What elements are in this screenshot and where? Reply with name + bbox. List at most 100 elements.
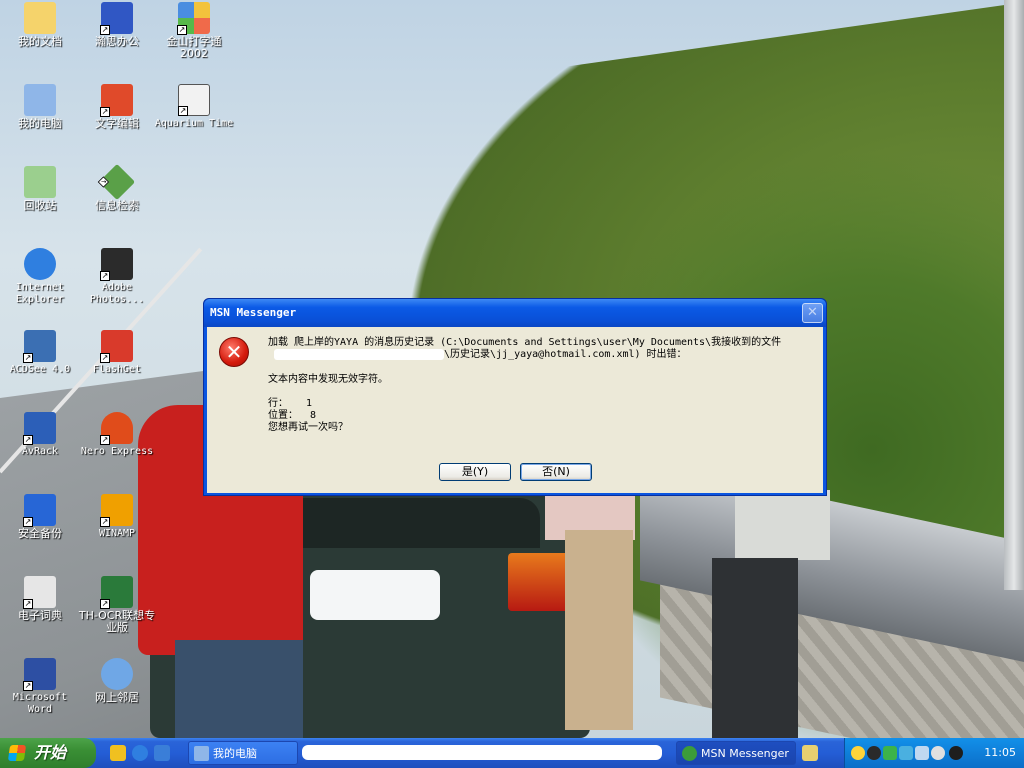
quick-launch-internet-explorer-icon[interactable] — [132, 745, 148, 761]
shortcut-arrow-icon: ↗ — [23, 353, 33, 363]
msn-error-dialog: MSN Messenger ✕ ✕ 加载 爬上岸的YAYA 的消息历史记录 (C… — [203, 298, 827, 496]
shortcut-arrow-icon: ↗ — [100, 25, 110, 35]
desktop-icon-label: ACDSee 4.0 — [9, 364, 71, 375]
taskbar-item-label: 我的电脑 — [213, 747, 257, 760]
taskbar-item-msn-messenger[interactable]: MSN Messenger — [676, 741, 796, 765]
background-person-white-shirt — [735, 490, 830, 560]
computer-icon[interactable] — [915, 746, 929, 760]
desktop-icon-label: WINAMP — [98, 528, 136, 539]
shortcut-arrow-icon: ↗ — [23, 681, 33, 691]
shortcut-arrow-icon: ↗ — [178, 106, 188, 116]
text-editor-icon: ↗ — [100, 84, 133, 117]
shortcut-arrow-icon: ↗ — [23, 517, 33, 527]
desktop-icon-microsoft-word[interactable]: ↗ Microsoft Word — [0, 658, 80, 716]
shortcut-arrow-icon: ↗ — [100, 599, 110, 609]
desktop-icon-label: Nero Express — [80, 446, 154, 457]
document-icon: ↗ — [178, 84, 210, 116]
desktop-icon-label: Aquarium Time — [154, 118, 234, 129]
error-message-line-3: 文本内容中发现无效字符。 — [268, 374, 388, 385]
desktop-icon-label: 瀚思办公 — [95, 35, 139, 48]
internet-explorer-icon — [24, 248, 56, 280]
network-icon[interactable] — [899, 746, 913, 760]
desktop-icon-nero-express[interactable]: ↗ Nero Express — [77, 412, 157, 458]
desktop-icon-avrack[interactable]: ↗ AvRack — [0, 412, 80, 458]
shortcut-arrow-icon: ↗ — [177, 25, 187, 35]
quick-launch-outlook-icon[interactable] — [154, 745, 170, 761]
network-icon — [101, 658, 133, 690]
shortcut-arrow-icon: ↗ — [100, 435, 110, 445]
error-position: 位置： 8 — [268, 410, 317, 421]
computer-icon — [194, 746, 209, 761]
speaker-icon[interactable] — [931, 746, 945, 760]
desktop-icon-label: Internet Explorer — [15, 282, 65, 305]
recycle-bin-icon — [24, 166, 56, 198]
desktop-icon-info-search[interactable]: ↗ 信息检索 — [77, 163, 157, 212]
eye-icon: ↗ — [23, 330, 56, 363]
taskbar: 开始 我的电脑 MSN Messenger 11:05 — [0, 738, 1024, 768]
start-button[interactable]: 开始 — [0, 738, 96, 768]
desktop-icon-internet-explorer[interactable]: Internet Explorer — [0, 248, 80, 306]
desktop-icon-my-documents[interactable]: 我的文档 — [0, 2, 80, 48]
background-person-khaki-pants — [565, 530, 633, 730]
desktop-icon-text-editor[interactable]: ↗ 文字编辑 — [77, 84, 157, 130]
desktop-icon-winamp[interactable]: ↗ WINAMP — [77, 494, 157, 540]
desktop-icon-recycle-bin[interactable]: 回收站 — [0, 166, 80, 212]
shortcut-arrow-icon: ↗ — [100, 271, 110, 281]
ocr-icon: ↗ — [100, 576, 133, 609]
dialog-titlebar[interactable]: MSN Messenger ✕ — [204, 299, 826, 327]
backup-icon: ↗ — [23, 494, 56, 527]
background-person-black-pants — [712, 558, 798, 738]
msn-buddy-icon[interactable] — [883, 746, 897, 760]
antivirus-icon[interactable] — [949, 746, 963, 760]
photoshop-eye-icon: ↗ — [100, 248, 133, 281]
avrack-icon: ↗ — [23, 412, 56, 445]
taskbar-item-my-computer[interactable]: 我的电脑 — [188, 741, 298, 765]
error-message-line-2: \历史记录\jj_yaya@hotmail.com.xml) 时出错： — [444, 349, 687, 360]
desktop-icon-flashget[interactable]: ↗ FlashGet — [77, 330, 157, 376]
retry-question: 您想再试一次吗？ — [268, 422, 348, 433]
background-person-jeans — [175, 640, 303, 738]
dictionary-icon: ↗ — [23, 576, 56, 609]
desktop-icon-aquarium-time[interactable]: ↗ Aquarium Time — [154, 84, 234, 130]
qq-penguin-icon[interactable] — [851, 746, 865, 760]
desktop-icon-label: 我的文档 — [18, 35, 62, 48]
shortcut-arrow-icon: ↗ — [100, 107, 110, 117]
dialog-title: MSN Messenger — [210, 306, 297, 319]
desktop-icon-label: 安全备份 — [18, 527, 62, 540]
shortcut-arrow-icon: ↗ — [23, 599, 33, 609]
background-license-plate — [310, 570, 440, 620]
desktop-icon-jinshan-typing[interactable]: ↗ 金山打字通2002 — [154, 2, 234, 60]
clock: 11:05 — [984, 746, 1016, 759]
winamp-bolt-icon: ↗ — [100, 494, 133, 527]
close-icon[interactable]: ✕ — [802, 303, 823, 323]
yes-button[interactable]: 是(Y) — [439, 463, 511, 481]
word-icon: ↗ — [23, 658, 56, 691]
error-message-line-1: 加载 爬上岸的YAYA 的消息历史记录 (C:\Documents and Se… — [268, 337, 782, 348]
desktop-icon-adobe-photoshop[interactable]: ↗ Adobe Photos... — [77, 248, 157, 306]
qq-penguin-icon[interactable] — [867, 746, 881, 760]
error-line-number: 行： 1 — [268, 398, 313, 409]
quick-launch-show-desktop-icon[interactable] — [110, 745, 126, 761]
background-pole — [1004, 0, 1024, 590]
desktop-icon-my-computer[interactable]: 我的电脑 — [0, 84, 80, 130]
desktop-icon-label: 网上邻居 — [95, 691, 139, 704]
dialog-body: ✕ 加载 爬上岸的YAYA 的消息历史记录 (C:\Documents and … — [207, 327, 823, 493]
folder-icon — [24, 2, 56, 34]
desktop-icon-th-ocr[interactable]: ↗ TH-OCR联想专业版 — [77, 576, 157, 634]
background-car-window — [280, 498, 540, 548]
desktop-icon-network-neighborhood[interactable]: 网上邻居 — [77, 658, 157, 704]
start-label: 开始 — [34, 743, 67, 762]
redacted-path-smear — [274, 349, 444, 360]
input-method-icon[interactable] — [802, 745, 818, 761]
flashget-icon: ↗ — [100, 330, 133, 363]
no-button[interactable]: 否(N) — [520, 463, 592, 481]
desktop-icon-hanwang-office[interactable]: ↗ 瀚思办公 — [77, 2, 157, 48]
desktop-icon-electronic-dictionary[interactable]: ↗ 电子词典 — [0, 576, 80, 622]
shortcut-arrow-icon: ↗ — [100, 517, 110, 527]
desktop-icon-safe-backup[interactable]: ↗ 安全备份 — [0, 494, 80, 540]
desktop-icon-acdsee[interactable]: ↗ ACDSee 4.0 — [0, 330, 80, 376]
desktop-icon-label: 电子词典 — [18, 609, 62, 622]
desktop-icon-label: Microsoft Word — [12, 692, 68, 715]
shortcut-arrow-icon: ↗ — [100, 353, 110, 363]
desktop-icon-label: TH-OCR联想专业版 — [78, 609, 156, 634]
